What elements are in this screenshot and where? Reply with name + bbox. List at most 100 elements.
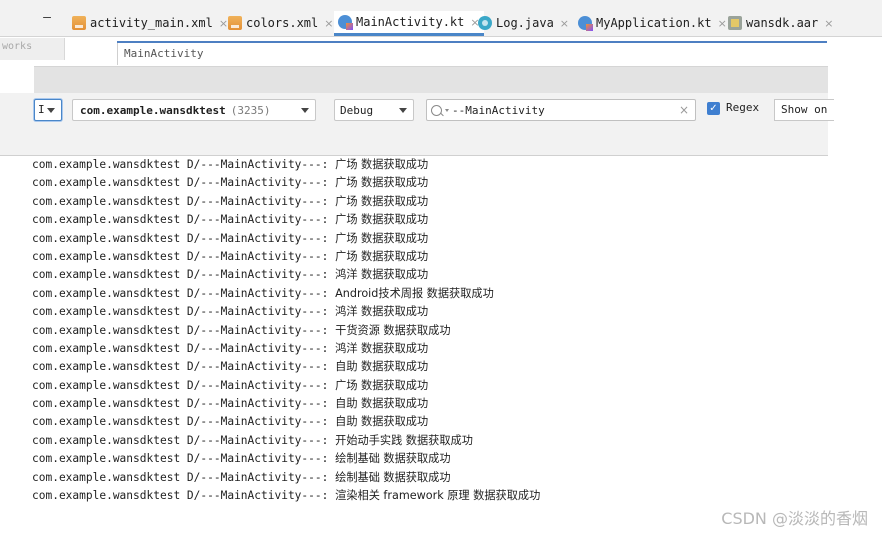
- breadcrumb-strip: works MainActivity: [0, 37, 882, 65]
- tab-log-java[interactable]: Log.java ×: [478, 12, 569, 34]
- archive-icon: [728, 16, 742, 30]
- tab-label: MainActivity.kt: [356, 15, 465, 29]
- tab-colors-xml[interactable]: colors.xml ×: [228, 12, 333, 34]
- log-level-select[interactable]: Debug: [334, 99, 414, 121]
- log-prefix: com.example.wansdktest D/---MainActivity…: [32, 489, 329, 503]
- regex-label: Regex: [726, 101, 760, 114]
- log-line: com.example.wansdktest D/---MainActivity…: [32, 413, 832, 431]
- log-prefix: com.example.wansdktest D/---MainActivity…: [32, 194, 329, 208]
- chevron-down-icon: [301, 108, 309, 113]
- close-icon[interactable]: ×: [718, 17, 727, 30]
- collapse-icon[interactable]: —: [40, 11, 54, 25]
- log-output[interactable]: com.example.wansdktest D/---MainActivity…: [32, 156, 832, 505]
- log-prefix: com.example.wansdktest D/---MainActivity…: [32, 470, 329, 484]
- log-line: com.example.wansdktest D/---MainActivity…: [32, 358, 832, 376]
- log-prefix: com.example.wansdktest D/---MainActivity…: [32, 415, 329, 429]
- log-prefix: com.example.wansdktest D/---MainActivity…: [32, 341, 329, 355]
- log-line: com.example.wansdktest D/---MainActivity…: [32, 266, 832, 284]
- close-icon[interactable]: ×: [219, 17, 228, 30]
- log-prefix: com.example.wansdktest D/---MainActivity…: [32, 305, 329, 319]
- log-message: 绘制基础 数据获取成功: [335, 470, 451, 484]
- log-prefix: com.example.wansdktest D/---MainActivity…: [32, 286, 329, 300]
- java-class-icon: [478, 16, 492, 30]
- filter-dropdown[interactable]: Show on: [774, 99, 834, 121]
- close-icon[interactable]: ×: [824, 17, 833, 30]
- log-message: 干货资源 数据获取成功: [335, 323, 451, 337]
- log-line: com.example.wansdktest D/---MainActivity…: [32, 322, 832, 340]
- logcat-toolbar: I com.example.wansdktest (3235) Debug --…: [0, 93, 828, 156]
- search-icon[interactable]: [431, 104, 449, 116]
- log-line: com.example.wansdktest D/---MainActivity…: [32, 340, 832, 358]
- log-line: com.example.wansdktest D/---MainActivity…: [32, 156, 832, 174]
- log-message: Android技术周报 数据获取成功: [335, 286, 494, 300]
- tab-label: colors.xml: [246, 16, 319, 30]
- log-message: 广场 数据获取成功: [335, 249, 429, 263]
- log-message: 广场 数据获取成功: [335, 176, 429, 190]
- log-line: com.example.wansdktest D/---MainActivity…: [32, 211, 832, 229]
- log-search-input[interactable]: --MainActivity ×: [426, 99, 696, 121]
- breadcrumb[interactable]: MainActivity: [124, 47, 203, 60]
- log-message: 鸿洋 数据获取成功: [335, 341, 429, 355]
- log-line: com.example.wansdktest D/---MainActivity…: [32, 230, 832, 248]
- log-line: com.example.wansdktest D/---MainActivity…: [32, 193, 832, 211]
- log-message: 自助 数据获取成功: [335, 415, 429, 429]
- process-name: com.example.wansdktest: [80, 103, 226, 117]
- panel-header: [34, 66, 828, 94]
- log-prefix: com.example.wansdktest D/---MainActivity…: [32, 433, 329, 447]
- log-line: com.example.wansdktest D/---MainActivity…: [32, 432, 832, 450]
- log-prefix: com.example.wansdktest D/---MainActivity…: [32, 397, 329, 411]
- kotlin-class-icon: [578, 16, 593, 31]
- log-message: 广场 数据获取成功: [335, 231, 429, 245]
- log-message: 广场 数据获取成功: [335, 194, 429, 208]
- log-prefix: com.example.wansdktest D/---MainActivity…: [32, 452, 329, 466]
- close-icon[interactable]: ×: [560, 17, 569, 30]
- device-select-value: I: [38, 103, 45, 116]
- chevron-down-icon: [47, 108, 55, 113]
- tab-label: wansdk.aar: [746, 16, 819, 30]
- editor-tab-bar: — activity_main.xml × colors.xml × MainA…: [0, 0, 882, 37]
- log-line: com.example.wansdktest D/---MainActivity…: [32, 395, 832, 413]
- log-line: com.example.wansdktest D/---MainActivity…: [32, 450, 832, 468]
- tab-label: activity_main.xml: [90, 16, 213, 30]
- device-select[interactable]: I: [34, 99, 62, 121]
- process-select[interactable]: com.example.wansdktest (3235): [72, 99, 316, 121]
- log-prefix: com.example.wansdktest D/---MainActivity…: [32, 158, 329, 171]
- regex-checkbox[interactable]: ✓: [707, 102, 720, 115]
- log-message: 自助 数据获取成功: [335, 397, 429, 411]
- tab-mainactivity-kt[interactable]: MainActivity.kt ×: [334, 11, 484, 36]
- xml-file-icon: [72, 16, 86, 30]
- clear-icon[interactable]: ×: [679, 103, 689, 117]
- log-message: 鸿洋 数据获取成功: [335, 268, 429, 282]
- tab-label: MyApplication.kt: [596, 16, 712, 30]
- log-prefix: com.example.wansdktest D/---MainActivity…: [32, 323, 329, 337]
- tab-label: Log.java: [496, 16, 554, 30]
- tab-myapplication-kt[interactable]: MyApplication.kt ×: [578, 12, 727, 34]
- divider: [117, 43, 118, 65]
- editor-frame-line: [117, 41, 827, 43]
- log-line: com.example.wansdktest D/---MainActivity…: [32, 487, 832, 505]
- log-line: com.example.wansdktest D/---MainActivity…: [32, 248, 832, 266]
- log-message: 广场 数据获取成功: [335, 158, 429, 171]
- tab-wansdk-aar[interactable]: wansdk.aar ×: [728, 12, 833, 34]
- kotlin-class-icon: [338, 15, 353, 30]
- log-message: 广场 数据获取成功: [335, 213, 429, 227]
- log-message: 渲染相关 framework 原理 数据获取成功: [335, 489, 541, 503]
- log-prefix: com.example.wansdktest D/---MainActivity…: [32, 268, 329, 282]
- log-level-value: Debug: [340, 103, 374, 117]
- chevron-down-icon: [399, 108, 407, 113]
- log-prefix: com.example.wansdktest D/---MainActivity…: [32, 213, 329, 227]
- log-line: com.example.wansdktest D/---MainActivity…: [32, 285, 832, 303]
- side-panel-label[interactable]: works: [0, 38, 65, 60]
- log-message: 广场 数据获取成功: [335, 378, 429, 392]
- log-message: 自助 数据获取成功: [335, 360, 429, 374]
- log-message: 绘制基础 数据获取成功: [335, 452, 451, 466]
- close-icon[interactable]: ×: [324, 17, 333, 30]
- log-line: com.example.wansdktest D/---MainActivity…: [32, 469, 832, 487]
- log-line: com.example.wansdktest D/---MainActivity…: [32, 377, 832, 395]
- log-line: com.example.wansdktest D/---MainActivity…: [32, 303, 832, 321]
- log-prefix: com.example.wansdktest D/---MainActivity…: [32, 360, 329, 374]
- tab-activity-main-xml[interactable]: activity_main.xml ×: [72, 12, 228, 34]
- log-message: 鸿洋 数据获取成功: [335, 305, 429, 319]
- log-prefix: com.example.wansdktest D/---MainActivity…: [32, 231, 329, 245]
- xml-file-icon: [228, 16, 242, 30]
